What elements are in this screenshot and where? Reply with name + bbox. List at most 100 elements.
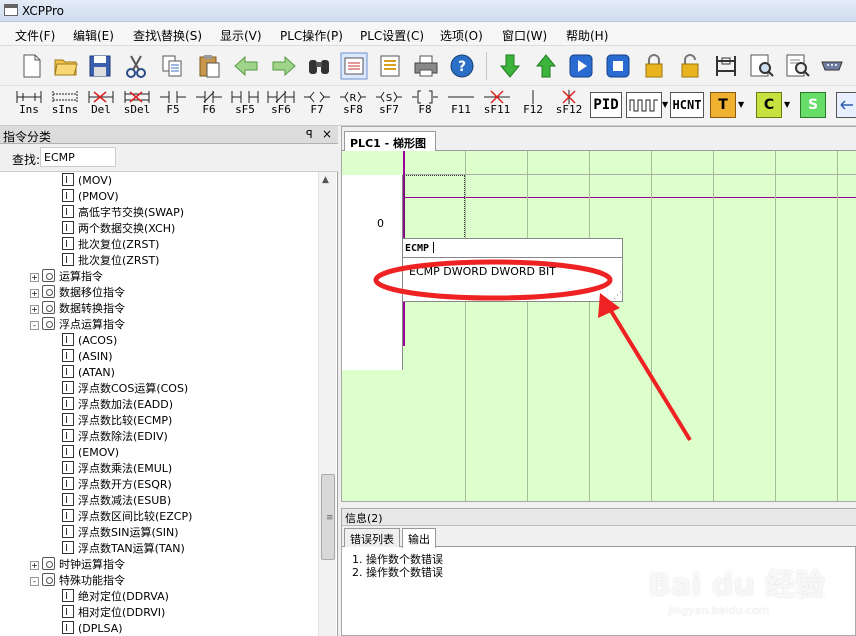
hcnt-button[interactable]: HCNT (670, 92, 704, 118)
copy-icon[interactable] (158, 52, 186, 80)
state-button[interactable]: S (800, 92, 826, 118)
collapse-icon[interactable]: - (30, 321, 39, 330)
unlock-icon[interactable] (676, 52, 704, 80)
pulse-button[interactable] (626, 92, 662, 118)
new-file-icon[interactable] (18, 52, 46, 80)
tab-plc1-ladder[interactable]: PLC1 - 梯形图 (344, 131, 436, 151)
serial-port-icon[interactable] (818, 52, 846, 80)
cut-icon[interactable] (122, 52, 150, 80)
scroll-thumb[interactable]: ≡ (321, 474, 335, 560)
forward-arrow-icon[interactable] (270, 52, 298, 80)
tree-folder[interactable]: + 时钟运算指令 (30, 557, 125, 573)
expand-icon[interactable]: + (30, 561, 39, 570)
more-tools-button[interactable] (836, 92, 856, 118)
timer-button[interactable]: T (710, 92, 736, 118)
tree-item[interactable]: 浮点数加法(EADD) (62, 397, 173, 413)
menu-view[interactable]: 显示(V) (220, 27, 262, 44)
tree-item[interactable]: (MOV) (62, 173, 112, 189)
menu-options[interactable]: 选项(O) (440, 27, 483, 44)
stop-icon[interactable] (604, 52, 632, 80)
tree-item[interactable]: 浮点数乘法(EMUL) (62, 461, 172, 477)
pid-button[interactable]: PID (590, 92, 622, 118)
tree-item[interactable]: 浮点数减法(ESUB) (62, 493, 171, 509)
no-contact-button[interactable]: F5 (156, 90, 190, 124)
tree-item[interactable]: 批次复位(ZRST) (62, 237, 159, 253)
tree-item[interactable]: 浮点数除法(EDIV) (62, 429, 168, 445)
monitor-ladder-icon[interactable] (712, 52, 740, 80)
delete-horizontal-line-button[interactable]: sF11 (480, 90, 514, 124)
tree-item[interactable]: 浮点数开方(ESQR) (62, 477, 172, 493)
coil-button[interactable]: F7 (300, 90, 334, 124)
cursor-cell[interactable] (404, 175, 465, 239)
parallel-no-contact-button[interactable]: sF5 (228, 90, 262, 124)
list-view-icon[interactable] (376, 52, 404, 80)
tree-item[interactable]: 浮点数SIN运算(SIN) (62, 525, 179, 541)
reset-coil-button[interactable]: RsF8 (336, 90, 370, 124)
ladder-canvas[interactable]: 0 (342, 151, 856, 501)
ladder-view-icon[interactable] (340, 52, 368, 80)
save-icon[interactable] (86, 52, 114, 80)
search-document-icon[interactable] (784, 52, 812, 80)
close-icon[interactable]: × (322, 127, 332, 141)
menu-plc-operation[interactable]: PLC操作(P) (280, 27, 343, 44)
search-input[interactable] (40, 147, 116, 167)
counter-dropdown-icon[interactable]: ▼ (784, 100, 790, 109)
scroll-up-icon[interactable]: ▲ (322, 175, 329, 185)
insert-line-button[interactable]: Ins (12, 90, 46, 124)
vertical-line-button[interactable]: F12 (516, 90, 550, 124)
timer-dropdown-icon[interactable]: ▼ (738, 100, 744, 109)
instruction-input[interactable]: ECMP (403, 239, 622, 258)
shift-delete-line-button[interactable]: sDel (120, 90, 154, 124)
tree-item[interactable]: 浮点数比较(ECMP) (62, 413, 172, 429)
menu-plc-settings[interactable]: PLC设置(C) (360, 27, 424, 44)
horizontal-line-button[interactable]: F11 (444, 90, 478, 124)
pin-icon[interactable]: ꟼ (306, 128, 313, 141)
expand-icon[interactable]: + (30, 273, 39, 282)
tree-item[interactable]: 相对定位(DDRVI) (62, 605, 165, 621)
expand-icon[interactable]: + (30, 305, 39, 314)
upload-arrow-icon[interactable] (532, 52, 560, 80)
parallel-nc-contact-button[interactable]: sF6 (264, 90, 298, 124)
tree-item[interactable]: 绝对定位(DDRVA) (62, 589, 169, 605)
delete-line-button[interactable]: Del (84, 90, 118, 124)
tree-item[interactable]: (ASIN) (62, 349, 113, 365)
resize-grip-icon[interactable]: ⋰ (613, 291, 622, 301)
delete-vertical-line-button[interactable]: sF12 (552, 90, 586, 124)
shift-insert-line-button[interactable]: sIns (48, 90, 82, 124)
tree-item[interactable]: (ATAN) (62, 365, 115, 381)
tree-item[interactable]: 批次复位(ZRST) (62, 253, 159, 269)
menu-window[interactable]: 窗口(W) (502, 27, 547, 44)
tree-item[interactable]: 浮点数COS运算(COS) (62, 381, 188, 397)
function-block-button[interactable]: F8 (408, 90, 442, 124)
tree-item[interactable]: (PMOV) (62, 189, 119, 205)
tree-item[interactable]: (DPLSA) (62, 621, 123, 636)
menu-help[interactable]: 帮助(H) (566, 27, 608, 44)
menu-file[interactable]: 文件(F) (15, 27, 55, 44)
tree-folder[interactable]: + 数据移位指令 (30, 285, 125, 301)
counter-button[interactable]: C (756, 92, 782, 118)
expand-icon[interactable]: + (30, 289, 39, 298)
printer-icon[interactable] (412, 52, 440, 80)
tree-folder[interactable]: - 浮点运算指令 (30, 317, 125, 333)
open-folder-icon[interactable] (52, 52, 80, 80)
run-icon[interactable] (567, 52, 595, 80)
tree-folder[interactable]: - 特殊功能指令 (30, 573, 125, 589)
tree-item[interactable]: (ACOS) (62, 333, 117, 349)
zoom-document-icon[interactable] (748, 52, 776, 80)
collapse-icon[interactable]: - (30, 577, 39, 586)
menu-find-replace[interactable]: 查找\替换(S) (133, 27, 202, 44)
lock-icon[interactable] (640, 52, 668, 80)
tree-item[interactable]: 高低字节交换(SWAP) (62, 205, 184, 221)
paste-icon[interactable] (196, 52, 224, 80)
set-coil-button[interactable]: SsF7 (372, 90, 406, 124)
menu-edit[interactable]: 编辑(E) (73, 27, 114, 44)
help-icon[interactable]: ? (448, 52, 476, 80)
tree-item[interactable]: 两个数据交换(XCH) (62, 221, 175, 237)
back-arrow-icon[interactable] (232, 52, 260, 80)
tab-output[interactable]: 输出 (402, 528, 436, 548)
tree-item[interactable]: 浮点数TAN运算(TAN) (62, 541, 185, 557)
tree-folder[interactable]: + 运算指令 (30, 269, 103, 285)
nc-contact-button[interactable]: F6 (192, 90, 226, 124)
tree-item[interactable]: 浮点数区间比较(EZCP) (62, 509, 192, 525)
download-arrow-icon[interactable] (496, 52, 524, 80)
